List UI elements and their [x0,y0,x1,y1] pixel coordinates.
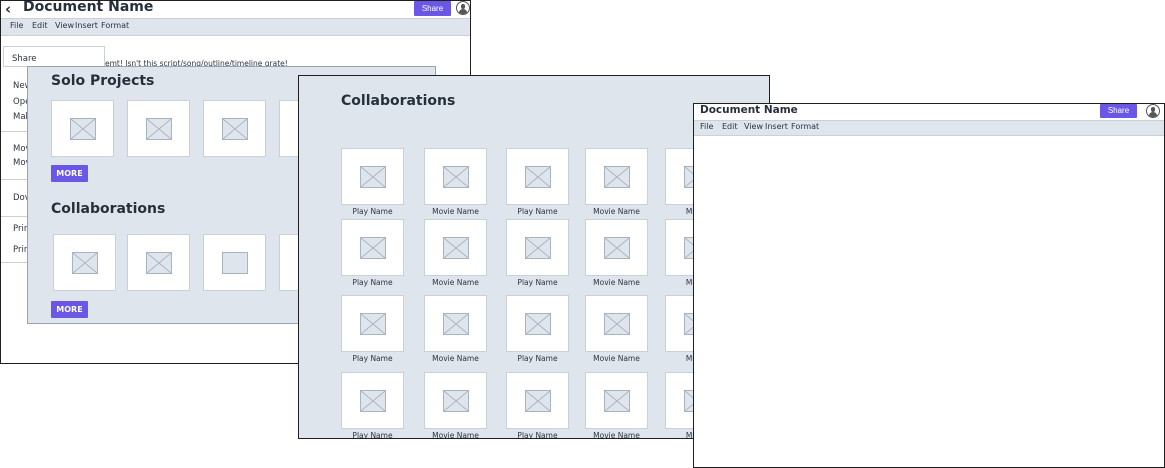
collaboration-thumbnail[interactable] [424,219,487,276]
image-placeholder-icon [359,312,386,335]
image-placeholder-icon [145,251,172,274]
solo-project-thumbnail[interactable] [203,100,266,157]
collaboration-caption: Play Name [517,207,558,216]
collab-project-thumbnail[interactable] [127,234,190,291]
collaboration-caption: Play Name [352,278,393,287]
file-menu-divider [1,179,29,180]
image-placeholder-icon [359,236,386,259]
collaboration-caption: Play Name [517,354,558,363]
image-placeholder-icon [524,236,551,259]
solo-projects-heading: Solo Projects [51,73,155,89]
blank-editor-window: Document Name Share File Edit View Inser… [693,103,1165,468]
image-placeholder-icon [442,389,469,412]
collaboration-caption: Play Name [352,431,393,439]
user-avatar-icon[interactable] [456,1,470,15]
menu-edit[interactable]: Edit [32,21,48,30]
image-placeholder-icon [359,389,386,412]
image-placeholder-icon [69,117,96,140]
image-placeholder-icon [524,312,551,335]
menu-format[interactable]: Format [101,21,129,30]
collaboration-thumbnail[interactable] [506,219,569,276]
user-avatar-icon[interactable] [1146,104,1160,118]
collaboration-caption: Play Name [517,431,558,439]
collaboration-caption: Movie Name [593,207,640,216]
image-placeholder-icon [71,251,98,274]
collaboration-thumbnail[interactable] [341,148,404,205]
collab-project-thumbnail[interactable] [203,234,266,291]
solo-more-button[interactable]: MORE [51,165,88,182]
file-menu-divider [1,216,29,217]
collaborations-heading: Collaborations [51,201,166,217]
collaboration-caption: Play Name [352,354,393,363]
collaboration-caption: Movie Name [593,431,640,439]
image-placeholder-icon [442,312,469,335]
menu-format[interactable]: Format [791,122,819,131]
editor-topbar: ‹ Document Name Share [1,1,470,18]
image-placeholder-icon [524,389,551,412]
collaboration-thumbnail[interactable] [506,148,569,205]
collaboration-thumbnail[interactable] [341,295,404,352]
image-placeholder-icon [221,251,248,274]
collab-more-button[interactable]: MORE [51,301,88,318]
collaboration-caption: Play Name [352,207,393,216]
image-placeholder-icon [359,165,386,188]
blank-document-title[interactable]: Document Name [700,104,798,116]
menu-view[interactable]: View [744,122,763,131]
collaboration-thumbnail[interactable] [585,372,648,429]
collaboration-thumbnail[interactable] [424,295,487,352]
file-menu-divider [1,131,29,132]
menu-view[interactable]: View [55,21,74,30]
collaborations-page-heading: Collaborations [341,93,456,109]
image-placeholder-icon [145,117,172,140]
image-placeholder-icon [442,236,469,259]
collaboration-caption: Movie Name [432,278,479,287]
document-title[interactable]: Document Name [23,1,153,15]
collaboration-thumbnail[interactable] [585,219,648,276]
collaboration-thumbnail[interactable] [506,295,569,352]
collaboration-thumbnail[interactable] [424,148,487,205]
collaboration-thumbnail[interactable] [341,372,404,429]
solo-project-thumbnail[interactable] [127,100,190,157]
editor-menubar: File Edit View Insert Format [1,18,470,36]
blank-editor-menubar: File Edit View Insert Format [694,120,1164,136]
image-placeholder-icon [442,165,469,188]
collaboration-caption: Movie Name [593,354,640,363]
solo-project-thumbnail[interactable] [51,100,114,157]
menu-insert[interactable]: Insert [75,21,98,30]
collaboration-thumbnail[interactable] [424,372,487,429]
back-chevron-icon[interactable]: ‹ [5,1,11,18]
image-placeholder-icon [524,165,551,188]
collaboration-caption: Movie Name [432,207,479,216]
image-placeholder-icon [603,236,630,259]
blank-editor-topbar: Document Name Share [694,104,1164,120]
collaboration-thumbnail[interactable] [341,219,404,276]
collaboration-caption: Play Name [517,278,558,287]
collab-project-thumbnail[interactable] [53,234,116,291]
file-menu-print-2[interactable]: Prir [13,245,27,255]
file-menu-print-1[interactable]: Prir [13,224,27,234]
image-placeholder-icon [221,117,248,140]
collaboration-caption: Movie Name [432,431,479,439]
file-menu-share[interactable]: Share [12,54,37,64]
image-placeholder-icon [603,389,630,412]
menu-file[interactable]: File [10,21,23,30]
image-placeholder-icon [603,165,630,188]
collaboration-thumbnail[interactable] [585,148,648,205]
collaboration-caption: Movie Name [593,278,640,287]
menu-insert[interactable]: Insert [765,122,788,131]
menu-file[interactable]: File [700,122,713,131]
collaboration-caption: Movie Name [432,354,479,363]
collaboration-thumbnail[interactable] [506,372,569,429]
menu-edit[interactable]: Edit [722,122,738,131]
collaboration-thumbnail[interactable] [585,295,648,352]
blank-share-button[interactable]: Share [1100,104,1137,118]
file-menu-divider [1,262,29,263]
image-placeholder-icon [603,312,630,335]
share-button[interactable]: Share [414,1,451,16]
